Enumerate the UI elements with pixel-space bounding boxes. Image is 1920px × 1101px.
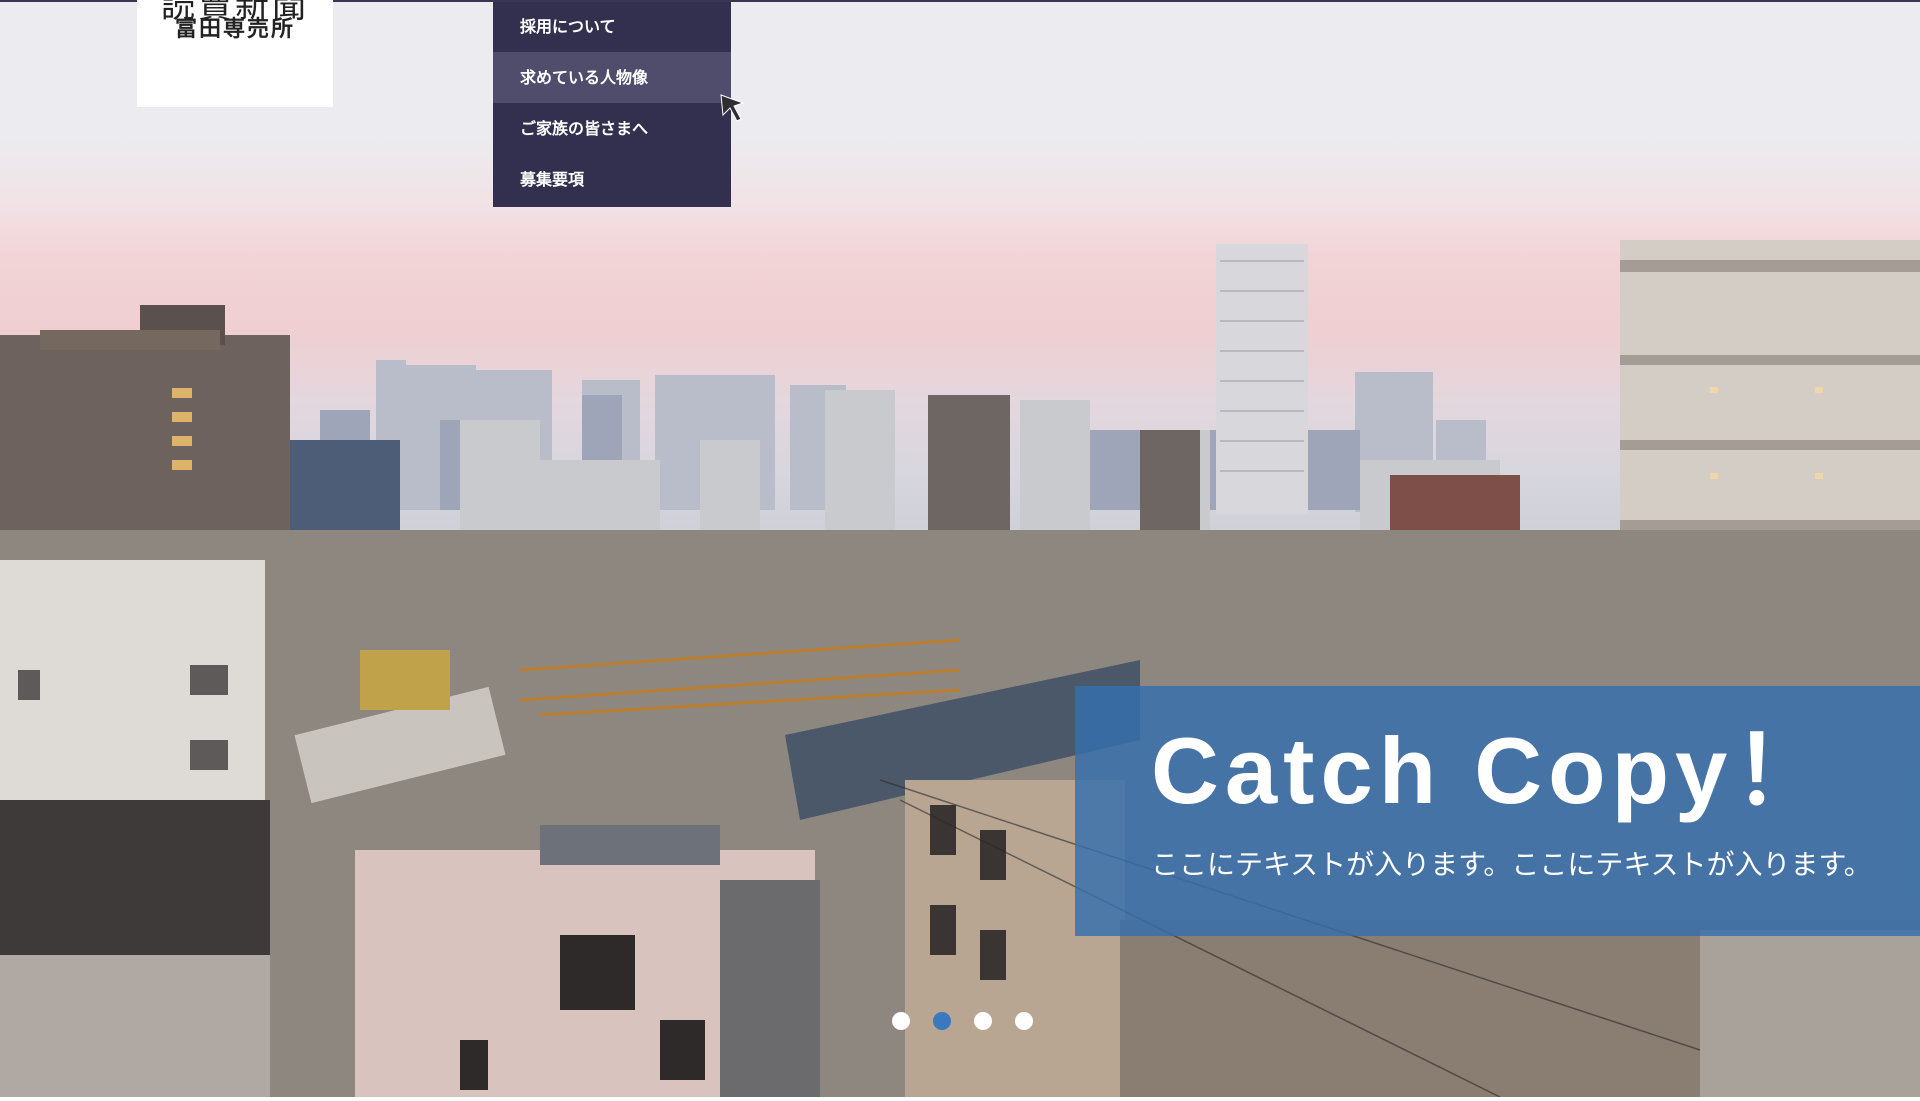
catch-copy-box: Catch Copy！ ここにテキストが入ります。ここにテキストが入ります。 bbox=[1075, 686, 1920, 936]
catch-copy-text: ここにテキストが入ります。ここにテキストが入ります。 bbox=[1151, 848, 1872, 881]
page-bottom-edge bbox=[0, 1097, 1920, 1101]
page: 読賣新聞 富田専売所 採用について 求めている人物像 ご家族の皆さまへ 募集要項… bbox=[0, 0, 1920, 1101]
slider-dot-3[interactable] bbox=[974, 1012, 992, 1030]
menu-item-for-families[interactable]: ご家族の皆さまへ bbox=[493, 103, 731, 154]
menu-item-job-requirements[interactable]: 募集要項 bbox=[493, 154, 731, 205]
site-logo[interactable]: 読賣新聞 富田専売所 bbox=[137, 0, 333, 107]
catch-copy-title: Catch Copy！ bbox=[1151, 718, 1834, 823]
slider-dot-4[interactable] bbox=[1015, 1012, 1033, 1030]
slider-dot-1[interactable] bbox=[892, 1012, 910, 1030]
logo-branch-text: 富田専売所 bbox=[174, 17, 295, 42]
menu-item-recruitment-about[interactable]: 採用について bbox=[493, 2, 731, 52]
mouse-cursor-icon bbox=[720, 94, 745, 122]
nav-dropdown-menu: 採用について 求めている人物像 ご家族の皆さまへ 募集要項 bbox=[493, 2, 731, 207]
slider-dot-2[interactable] bbox=[933, 1012, 951, 1030]
slider-pagination bbox=[892, 1012, 1033, 1030]
menu-item-ideal-candidate[interactable]: 求めている人物像 bbox=[493, 52, 731, 103]
